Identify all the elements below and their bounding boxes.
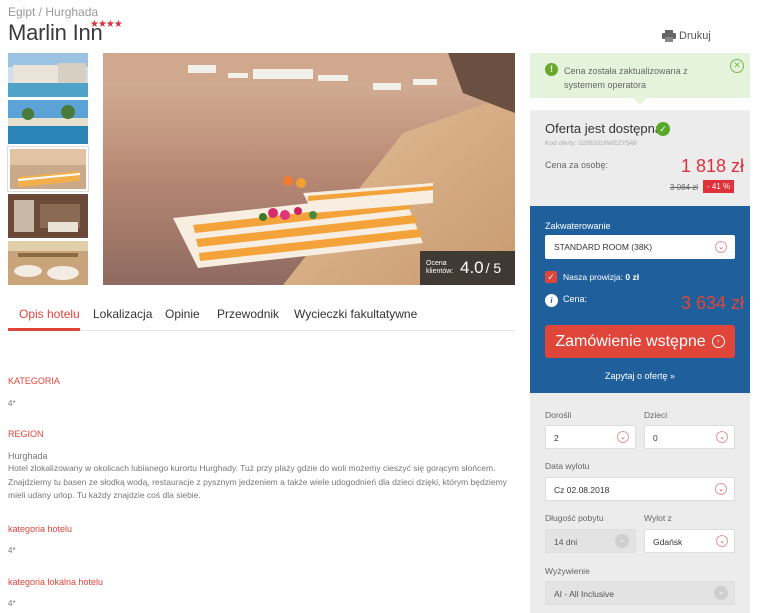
ask-about-offer-link[interactable]: Zapytaj o ofertę »: [545, 371, 735, 381]
duration-select[interactable]: 14 dni ⌄: [545, 529, 636, 553]
chevron-down-icon: ⌄: [716, 431, 728, 443]
tab-opis-hotelu[interactable]: Opis hotelu: [19, 307, 80, 321]
notice-text: Cena została zaktualizowana z systemem o…: [564, 66, 688, 90]
departure-from-value: Gdańsk: [653, 537, 683, 547]
per-person-price: 1 818 zł: [680, 156, 744, 176]
chevron-right-icon: ›: [711, 335, 725, 348]
thumbnail-4[interactable]: [8, 194, 88, 238]
tab-opinie[interactable]: Opinie: [165, 307, 200, 321]
old-price: 3 084 zł: [670, 183, 699, 192]
commission-value: 0 zł: [625, 272, 640, 282]
offer-code: Kod oferty: 02082018WEZY548: [545, 140, 637, 147]
thumbnail-5[interactable]: [8, 241, 88, 285]
star-rating: ★★★★: [90, 19, 123, 30]
accommodation-select[interactable]: STANDARD ROOM (38K) ⌄: [545, 235, 735, 259]
close-icon[interactable]: ✕: [730, 59, 744, 73]
hotel-tabs: Opis hotelu Lokalizacja Opinie Przewodni…: [8, 301, 515, 331]
chevron-down-icon: ⌄: [615, 534, 629, 548]
chevron-down-icon: ⌄: [715, 241, 727, 253]
info-icon[interactable]: i: [545, 294, 558, 307]
section-title-kategoria-hotelu: kategoria hotelu: [8, 524, 73, 534]
commission-checkbox[interactable]: ✓: [545, 271, 557, 283]
order-button[interactable]: Zamówienie wstępne ›: [545, 325, 735, 358]
section-title-kategoria: KATEGORIA: [8, 376, 60, 386]
photo-thumbnails: [7, 53, 89, 288]
section-value-kategoria-hotelu: 4*: [8, 546, 16, 555]
print-button[interactable]: Drukuj: [662, 30, 711, 42]
section-title-kategoria-lokalna: kategoria lokalna hotelu: [8, 577, 104, 587]
adults-label: Dorośli: [545, 410, 572, 420]
discount-badge: - 41 %: [703, 180, 735, 193]
duration-label: Długość pobytu: [545, 513, 604, 523]
chevron-down-icon: ⌄: [617, 431, 629, 443]
commission-text: Nasza prowizja:: [563, 272, 623, 282]
print-label: Drukuj: [679, 30, 711, 42]
duration-value: 14 dni: [554, 537, 578, 547]
departure-from-label: Wylot z: [644, 513, 672, 523]
board-select[interactable]: AI - All Inclusive ⌄: [545, 581, 735, 605]
rating-max: / 5: [485, 260, 502, 276]
chevron-down-icon: ⌄: [715, 483, 727, 495]
order-button-label: Zamówienie wstępne: [555, 332, 706, 350]
alert-icon: !: [545, 63, 558, 76]
breadcrumb[interactable]: Egipt / Hurghada: [8, 5, 98, 19]
chevron-down-icon: ⌄: [716, 535, 728, 547]
offer-title: Oferta jest dostępna!: [545, 121, 666, 136]
departure-label: Data wylotu: [545, 461, 590, 471]
chevron-down-icon: ⌄: [714, 586, 728, 600]
section-value-kategoria-lokalna: 4*: [8, 599, 16, 608]
board-value: AI - All Inclusive: [554, 589, 614, 599]
children-value: 0: [653, 433, 658, 443]
departure-date-select[interactable]: Cz 02.08.2018 ⌄: [545, 477, 735, 501]
departure-from-select[interactable]: Gdańsk ⌄: [644, 529, 735, 553]
notice-arrow: [633, 98, 647, 105]
per-person-label: Cena za osobę:: [545, 160, 609, 170]
hotel-description: Hotel zlokalizowany w okolicach lubianeg…: [8, 463, 507, 500]
thumbnail-3[interactable]: [7, 146, 89, 192]
commission-label: Nasza prowizja: 0 zł: [563, 272, 639, 282]
section-value-kategoria: 4*: [8, 399, 16, 408]
rating-value: 4.0: [460, 258, 484, 277]
board-label: Wyżywienie: [545, 566, 590, 576]
tab-przewodnik[interactable]: Przewodnik: [217, 307, 279, 321]
hotel-name: Marlin Inn: [8, 20, 103, 45]
departure-value: Cz 02.08.2018: [554, 485, 610, 495]
printer-icon: [662, 30, 676, 42]
customer-rating-badge: Ocena klientów: 4.0 / 5: [420, 251, 515, 285]
active-tab-indicator: [8, 328, 80, 331]
children-label: Dzieci: [644, 410, 668, 420]
section-title-region: REGION: [8, 429, 44, 439]
adults-value: 2: [554, 433, 559, 443]
rating-label: Ocena klientów:: [426, 260, 454, 275]
check-icon: ✓: [656, 122, 670, 136]
adults-select[interactable]: 2 ⌄: [545, 425, 636, 449]
section-value-region: Hurghada: [8, 451, 48, 461]
price-label: Cena:: [563, 294, 588, 304]
thumbnail-2[interactable]: [8, 100, 88, 144]
children-select[interactable]: 0 ⌄: [644, 425, 735, 449]
tab-wycieczki[interactable]: Wycieczki fakultatywne: [294, 307, 417, 321]
thumbnail-1[interactable]: [8, 53, 88, 97]
accommodation-value: STANDARD ROOM (38K): [554, 242, 653, 252]
accommodation-label: Zakwaterowanie: [545, 221, 611, 231]
tab-lokalizacja[interactable]: Lokalizacja: [93, 307, 152, 321]
total-price: 3 634 zł: [680, 293, 744, 313]
